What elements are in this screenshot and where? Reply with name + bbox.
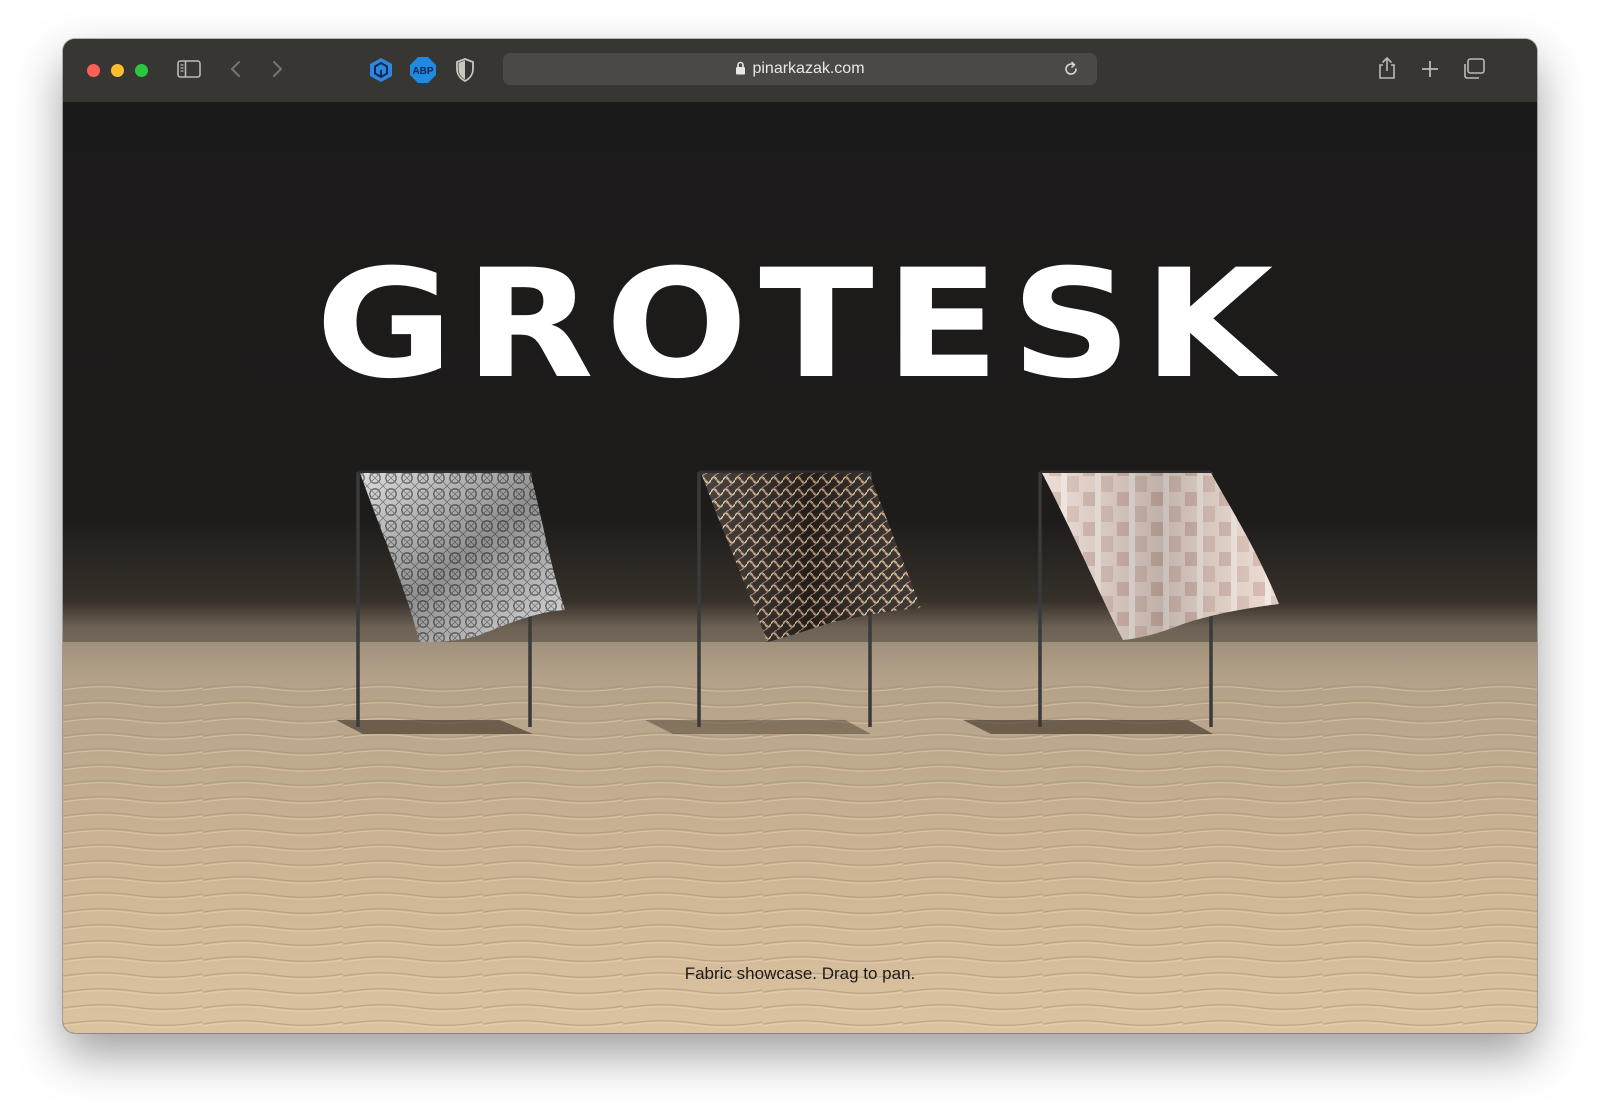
forward-chevron-icon[interactable]	[270, 59, 284, 84]
sidebar-toggle-icon[interactable]	[177, 59, 201, 84]
zoom-window-button[interactable]	[135, 64, 148, 77]
cube-extension-icon[interactable]	[368, 57, 394, 88]
close-window-button[interactable]	[87, 64, 100, 77]
adblock-plus-extension-icon[interactable]: ABP	[409, 56, 437, 89]
browser-window: ABP pinarkazak.com GROTESK Fabric showca…	[63, 39, 1537, 1033]
tab-overview-icon[interactable]	[1462, 58, 1486, 85]
stand-shadow-3	[963, 720, 1213, 734]
url-text: pinarkazak.com	[752, 60, 865, 77]
browser-toolbar: ABP pinarkazak.com	[63, 39, 1537, 103]
adblock-label: ABP	[412, 66, 433, 77]
hero-title: GROTESK	[315, 238, 1285, 412]
back-chevron-icon[interactable]	[229, 59, 243, 84]
reload-icon[interactable]	[1063, 61, 1079, 82]
stand-shadow	[336, 720, 533, 734]
minimize-window-button[interactable]	[111, 64, 124, 77]
caption-text: Fabric showcase. Drag to pan.	[684, 964, 916, 983]
stand-shadow-2	[645, 720, 871, 734]
shield-icon[interactable]	[455, 58, 475, 87]
new-tab-plus-icon[interactable]	[1421, 60, 1439, 83]
address-bar[interactable]: pinarkazak.com	[503, 53, 1097, 85]
lock-icon	[735, 61, 746, 80]
page-viewport[interactable]: GROTESK Fabric showcase. Drag to pan.	[63, 102, 1537, 1033]
share-icon[interactable]	[1377, 56, 1397, 85]
